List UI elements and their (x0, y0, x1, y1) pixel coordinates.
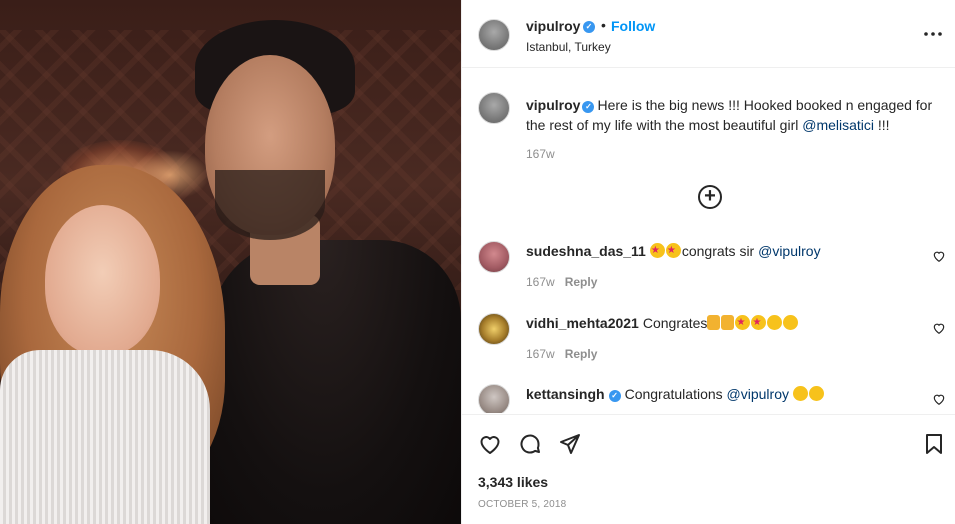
post-date[interactable]: OCTOBER 5, 2018 (478, 499, 566, 510)
woman-face (45, 205, 160, 355)
caption-suffix: !!! (874, 117, 890, 133)
thumbs-up-emoji-icon (721, 315, 735, 330)
like-comment-icon[interactable] (932, 249, 946, 263)
star-struck-emoji-icon (751, 315, 767, 330)
author-username[interactable]: vipulroy (526, 18, 580, 34)
verified-badge-icon: ✓ (608, 390, 621, 402)
caption-mention[interactable]: @melisatici (802, 117, 874, 133)
load-more-comments-icon[interactable]: + (698, 185, 722, 209)
reply-button[interactable]: Reply (565, 347, 598, 361)
star-struck-emoji-icon (665, 243, 681, 258)
like-comment-icon[interactable] (932, 392, 946, 406)
kissing-emoji-icon (783, 315, 799, 330)
verified-badge-icon: ✓ (582, 101, 595, 113)
commenter-avatar[interactable] (478, 384, 510, 413)
post-sidebar: vipulroy ✓ • Follow Istanbul, Turkey vip… (461, 0, 955, 524)
author-avatar[interactable] (478, 19, 510, 51)
author-avatar[interactable] (478, 92, 510, 124)
comment-body: Congratulations (624, 386, 727, 402)
like-icon[interactable] (478, 432, 502, 456)
verified-badge-icon: ✓ (583, 21, 595, 33)
woman-dress (0, 350, 210, 524)
post-photo[interactable] (0, 0, 461, 524)
thumbs-up-emoji-icon (707, 315, 721, 330)
share-icon[interactable] (558, 432, 582, 456)
comment-time[interactable]: 167w (526, 347, 555, 361)
comment-meta: 167w Reply (526, 347, 597, 361)
comment-mention[interactable]: @vipulroy (727, 386, 789, 402)
post-location[interactable]: Istanbul, Turkey (526, 40, 611, 54)
caption-meta: 167w (526, 147, 555, 161)
comment-body: Congrates (642, 315, 708, 331)
caption-text: vipulroy ✓ Here is the big news !!! Hooked… (526, 95, 946, 135)
comment-time[interactable]: 167w (526, 275, 555, 289)
reply-button[interactable]: Reply (565, 275, 598, 289)
caption-time[interactable]: 167w (526, 147, 555, 161)
separator-dot: • (601, 17, 606, 33)
man-jacket (210, 240, 461, 524)
comment-icon[interactable] (518, 432, 542, 456)
star-struck-emoji-icon (649, 243, 665, 258)
star-struck-emoji-icon (735, 315, 751, 330)
comment-text: sudeshna_das_11 congrats sir @vipulroy (526, 241, 821, 261)
comment-text: vidhi_mehta2021 Congrates (526, 313, 799, 333)
comment-meta: 167w Reply (526, 275, 597, 289)
man-beard (215, 170, 325, 240)
more-options-icon[interactable] (922, 25, 944, 43)
follow-button[interactable]: Follow (611, 18, 655, 34)
commenter-avatar[interactable] (478, 313, 510, 345)
comment-username[interactable]: kettansingh (526, 386, 605, 402)
commenter-avatar[interactable] (478, 241, 510, 273)
post-header: vipulroy ✓ • Follow Istanbul, Turkey (462, 0, 955, 68)
kissing-emoji-icon (767, 315, 783, 330)
comment-username[interactable]: vidhi_mehta2021 (526, 315, 639, 331)
hugging-emoji-icon (808, 386, 824, 401)
post-actions: 3,343 likes OCTOBER 5, 2018 (462, 414, 955, 524)
comment-mention[interactable]: @vipulroy (758, 243, 820, 259)
comment-username[interactable]: sudeshna_das_11 (526, 243, 646, 259)
comment-body: congrats sir (681, 243, 759, 259)
caption-username[interactable]: vipulroy (526, 97, 580, 113)
hugging-emoji-icon (792, 386, 808, 401)
save-icon[interactable] (922, 432, 946, 456)
like-comment-icon[interactable] (932, 321, 946, 335)
comment-text: kettansingh ✓ Congratulations @vipulroy (526, 384, 825, 404)
likes-count[interactable]: 3,343 likes (478, 474, 548, 490)
comments-list[interactable]: vipulroy ✓ Here is the big news !!! Hooked… (462, 69, 955, 413)
